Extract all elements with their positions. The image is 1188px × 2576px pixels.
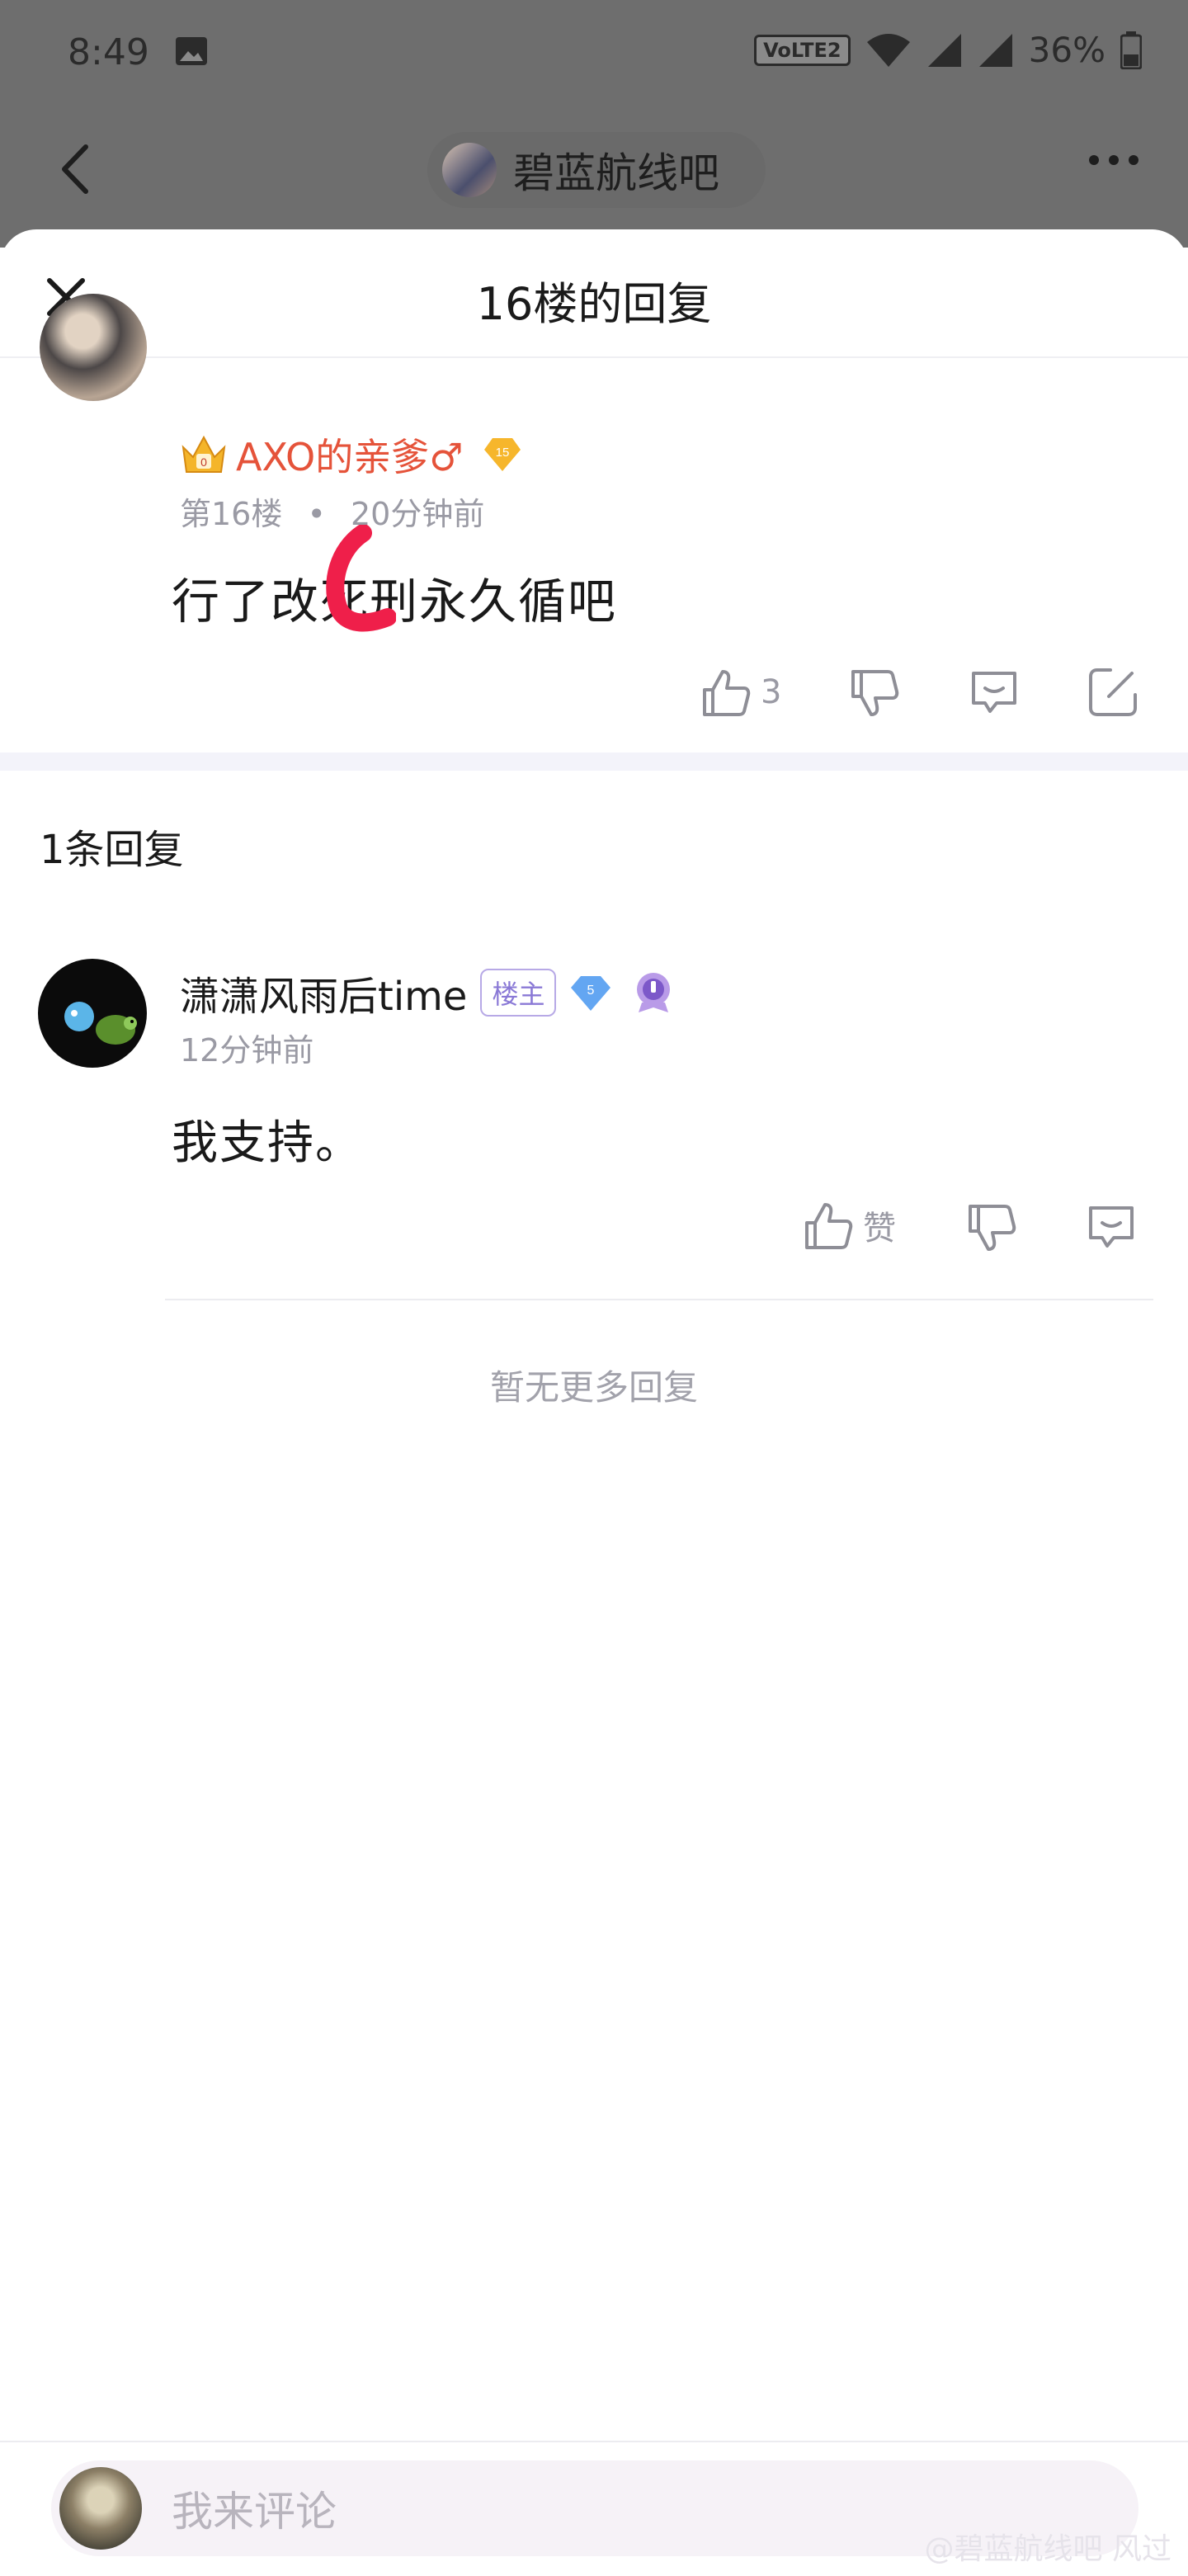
forum-pill[interactable]: 碧蓝航线吧 [427,132,766,208]
signal-icon-2 [978,33,1012,67]
author-avatar[interactable] [40,294,147,401]
crown-icon: 0 [182,435,226,473]
status-bar: 8:49 VoLTE2 36% [0,0,1188,107]
forum-avatar [442,143,497,197]
signal-icon [927,33,961,67]
comment-icon[interactable] [1084,1200,1138,1254]
reply-author-name[interactable]: 潇潇风雨后time [180,964,467,1021]
thread-owner-badge: 楼主 [480,969,557,1017]
thumbs-down-icon[interactable] [964,1201,1018,1256]
watermark: @碧蓝航线吧 风过 [924,2532,1172,2566]
comment-bar: 我来评论 @碧蓝航线吧 风过 [0,2441,1188,2576]
thumbs-up-icon[interactable] [698,665,752,719]
battery-icon [1120,31,1142,69]
post-author-name[interactable]: AXO的亲爹♂ [236,427,463,482]
svg-text:15: 15 [496,446,510,460]
level-diamond-icon: 5 [571,976,611,1011]
share-edit-icon[interactable] [1086,665,1140,719]
like-label: 赞 [863,1210,896,1248]
forum-name: 碧蓝航线吧 [513,149,719,197]
medal-icon [637,973,671,1012]
section-divider [0,753,1188,771]
reply-divider [165,1299,1153,1300]
post-author-line: 0 AXO的亲爹♂ 15 [180,427,522,482]
my-avatar [59,2467,142,2550]
redaction-scribble [326,525,396,632]
reply-like[interactable]: 赞 [800,1198,896,1253]
more-options-icon[interactable] [1089,155,1138,165]
status-indicators: VoLTE2 36% [754,30,1142,70]
svg-text:0: 0 [200,455,207,469]
gallery-notification-icon [176,37,207,65]
reply-avatar[interactable] [38,959,147,1068]
comment-icon[interactable] [967,665,1021,719]
post-like[interactable]: 3 [698,665,781,719]
sheet-header: 16楼的回复 [0,229,1188,358]
level-badge-icon: 15 [484,438,521,471]
no-more-replies: 暂无更多回复 [489,1367,698,1408]
reply-text: 我支持。 [172,1116,363,1170]
replies-count: 1条回复 [40,827,184,873]
battery-percent: 36% [1028,30,1106,70]
status-time: 8:49 [68,31,149,73]
forum-header: 碧蓝航线吧 [0,124,1188,215]
wifi-icon [866,33,910,67]
turtle-avatar-art [64,1002,137,1045]
comment-placeholder: 我来评论 [172,2488,337,2536]
reply-time: 12分钟前 [180,1032,314,1069]
volte-badge: VoLTE2 [754,34,851,66]
thumbs-down-icon[interactable] [846,667,901,721]
like-count: 3 [761,673,782,711]
back-icon[interactable] [51,140,101,198]
svg-text:5: 5 [587,984,595,998]
thumbs-up-icon[interactable] [800,1198,855,1253]
sheet-title: 16楼的回复 [476,278,712,330]
floor-label: 第16楼 [180,496,283,532]
reply-author-line: 潇潇风雨后time 楼主 5 [180,964,676,1021]
